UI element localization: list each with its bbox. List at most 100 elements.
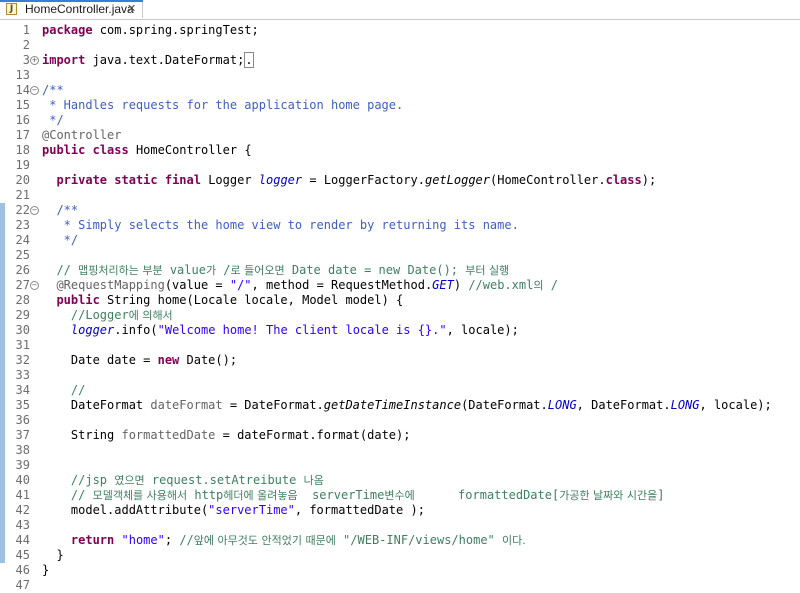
line-number: 23 bbox=[15, 218, 30, 232]
code-text[interactable]: */ bbox=[42, 113, 63, 128]
code-line: 20 private static final Logger logger = … bbox=[0, 173, 800, 188]
line-number: 19 bbox=[15, 158, 30, 172]
code-line: 46} bbox=[0, 563, 800, 578]
code-text[interactable]: @RequestMapping(value = "/", method = Re… bbox=[42, 278, 558, 293]
code-text[interactable]: model.addAttribute("serverTime", formatt… bbox=[42, 503, 425, 518]
code-token: Logger bbox=[200, 173, 259, 187]
code-text[interactable]: // 모델객체를 사용해서 http헤더에 올려놓음 serverTime변수에… bbox=[42, 488, 665, 503]
line-number: 17 bbox=[15, 128, 30, 142]
code-token: /** bbox=[56, 203, 79, 217]
fold-expand-icon[interactable]: + bbox=[30, 56, 39, 65]
code-text[interactable]: public String home(Locale locale, Model … bbox=[42, 293, 403, 308]
code-token: , method = RequestMethod. bbox=[251, 278, 433, 292]
code-token: .info( bbox=[114, 323, 158, 337]
code-line: 27− @RequestMapping(value = "/", method … bbox=[0, 278, 800, 293]
code-token: "home" bbox=[121, 533, 165, 547]
code-line: 26 // 맵핑처리하는 부분 value가 /로 들어오면 Date date… bbox=[0, 263, 800, 278]
tab-homecontroller-java[interactable]: J HomeController.java ✕ bbox=[0, 0, 143, 18]
line-number: 18 bbox=[15, 143, 30, 157]
code-line: 42 model.addAttribute("serverTime", form… bbox=[0, 503, 800, 518]
code-text[interactable]: DateFormat dateFormat = DateFormat.getDa… bbox=[42, 398, 772, 413]
code-token: } bbox=[42, 548, 64, 562]
code-token: */ bbox=[42, 233, 79, 247]
line-number: 38 bbox=[15, 443, 30, 457]
code-line: 2 bbox=[0, 38, 800, 53]
code-text[interactable]: //jsp 였으면 request.setAtreibute 나옴 bbox=[42, 473, 324, 488]
line-number: 34 bbox=[15, 383, 30, 397]
line-number: 30 bbox=[15, 323, 30, 337]
code-line: 14−/** bbox=[0, 83, 800, 98]
line-number: 24 bbox=[15, 233, 30, 247]
code-token: = LoggerFactory. bbox=[302, 173, 425, 187]
code-token: = dateFormat.format(date); bbox=[215, 428, 411, 442]
line-number: 27 bbox=[15, 278, 30, 292]
code-text[interactable]: // bbox=[42, 383, 85, 398]
code-token: 가공한 날짜와 시간을 bbox=[559, 489, 658, 502]
code-text[interactable]: } bbox=[42, 548, 64, 563]
code-text[interactable]: Date date = new Date(); bbox=[42, 353, 237, 368]
code-line: 16 */ bbox=[0, 113, 800, 128]
code-token: 헤더에 올려놓음 bbox=[223, 489, 298, 502]
fold-collapse-icon[interactable]: − bbox=[30, 281, 39, 290]
code-token: (HomeController. bbox=[490, 173, 606, 187]
code-text[interactable]: public class HomeController { bbox=[42, 143, 252, 158]
line-number: 1 bbox=[22, 23, 30, 37]
code-token: } bbox=[42, 563, 50, 577]
code-text[interactable]: //Logger에 의해서 bbox=[42, 308, 173, 323]
code-line: 33 bbox=[0, 368, 800, 383]
code-token: "serverTime" bbox=[208, 503, 295, 517]
code-token: "/" bbox=[229, 278, 252, 292]
java-file-icon: J bbox=[6, 3, 17, 15]
code-line: 35 DateFormat dateFormat = DateFormat.ge… bbox=[0, 398, 800, 413]
line-number: 43 bbox=[15, 518, 30, 532]
code-line: 23 * Simply selects the home view to ren… bbox=[0, 218, 800, 233]
code-text[interactable]: } bbox=[42, 563, 49, 578]
code-line: 38 bbox=[0, 443, 800, 458]
line-number: 26 bbox=[15, 263, 30, 277]
line-number: 28 bbox=[15, 293, 30, 307]
code-line: 41 // 모델객체를 사용해서 http헤더에 올려놓음 serverTime… bbox=[0, 488, 800, 503]
code-text[interactable]: * Simply selects the home view to render… bbox=[42, 218, 519, 233]
close-icon[interactable]: ✕ bbox=[127, 1, 136, 17]
code-token: HomeController { bbox=[128, 143, 252, 157]
tab-label: HomeController.java bbox=[25, 2, 134, 16]
line-number: 29 bbox=[15, 308, 30, 322]
code-text[interactable]: @Controller bbox=[42, 128, 121, 143]
code-token: 가 bbox=[205, 264, 217, 277]
code-token: getLogger bbox=[424, 173, 490, 187]
fold-collapse-icon[interactable]: − bbox=[30, 86, 39, 95]
code-token: import bbox=[42, 53, 86, 67]
code-token: LONG bbox=[547, 398, 577, 412]
code-text[interactable]: // 맵핑처리하는 부분 value가 /로 들어오면 Date date = … bbox=[42, 263, 509, 278]
code-text[interactable]: */ bbox=[42, 233, 78, 248]
line-number: 31 bbox=[15, 338, 30, 352]
code-token: formattedDate bbox=[121, 428, 216, 442]
code-text[interactable]: logger.info("Welcome home! The client lo… bbox=[42, 323, 519, 338]
code-text[interactable]: package com.spring.springTest; bbox=[42, 23, 259, 38]
code-text[interactable]: import java.text.DateFormat;. bbox=[42, 52, 254, 68]
fold-collapse-icon[interactable]: − bbox=[30, 206, 39, 215]
code-token: ; bbox=[164, 533, 180, 547]
code-text[interactable]: /** bbox=[42, 83, 64, 98]
code-line: 37 String formattedDate = dateFormat.for… bbox=[0, 428, 800, 443]
code-token: Date date = bbox=[42, 353, 158, 367]
line-number: 36 bbox=[15, 413, 30, 427]
code-text[interactable]: String formattedDate = dateFormat.format… bbox=[42, 428, 411, 443]
code-token: java.text.DateFormat; bbox=[85, 53, 245, 67]
line-number: 33 bbox=[15, 368, 30, 382]
code-text[interactable]: private static final Logger logger = Log… bbox=[42, 173, 656, 188]
line-number: 2 bbox=[22, 38, 30, 52]
code-token: , DateFormat. bbox=[576, 398, 671, 412]
code-token: 였으면 bbox=[114, 474, 145, 487]
code-token: ); bbox=[641, 173, 657, 187]
code-text[interactable]: return "home"; //앞에 아무것도 안적었기 때문에 "/WEB-… bbox=[42, 533, 526, 548]
code-text[interactable]: * Handles requests for the application h… bbox=[42, 98, 403, 113]
code-token: //web.xml bbox=[468, 278, 534, 292]
code-editor[interactable]: 1 package com.spring.springTest; 2 3 + import… bbox=[0, 20, 800, 592]
code-text[interactable]: /** bbox=[42, 203, 78, 218]
code-token: class bbox=[605, 173, 642, 187]
code-token: / bbox=[543, 278, 558, 292]
